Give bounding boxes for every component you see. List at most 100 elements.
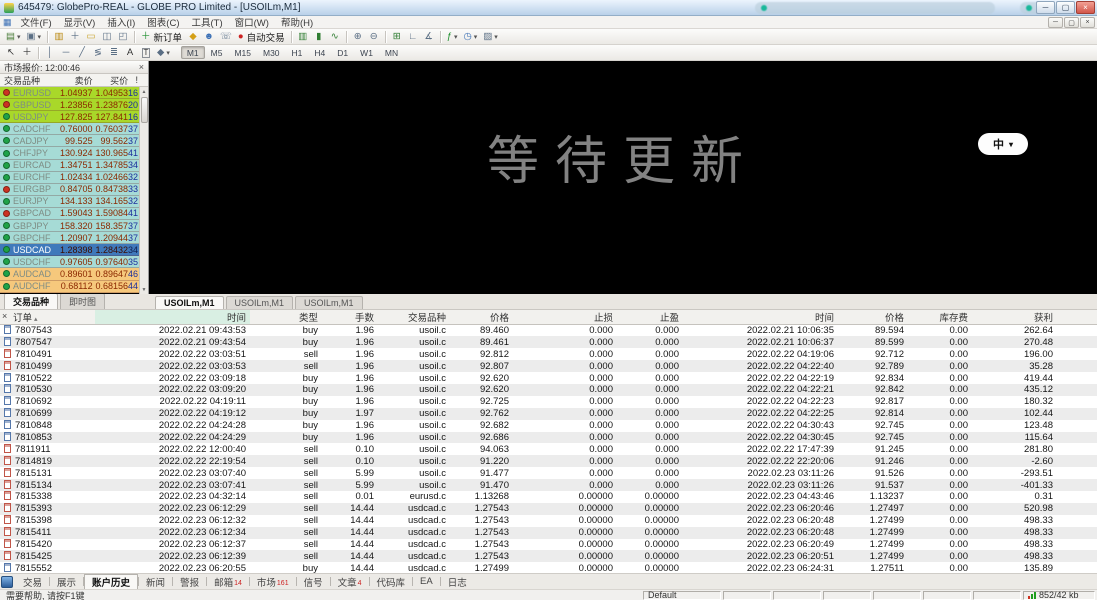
restore-button[interactable]: ▢ — [1056, 1, 1075, 14]
scroll-up-icon[interactable]: ▲ — [142, 87, 147, 96]
history-row[interactable]: 7815411 2022.02.23 06:12:34 sell 14.44 usdca… — [0, 526, 1097, 539]
timeframe-m15[interactable]: M15 — [228, 46, 257, 59]
market-watch-row-audcad[interactable]: AUDCAD 0.89601 0.89647 46 — [0, 268, 148, 281]
menu-item-3[interactable]: 图表(C) — [141, 18, 185, 29]
market-watch-row-eurjpy[interactable]: EURJPY 134.133 134.165 32 — [0, 195, 148, 208]
shapes-tool[interactable]: ◆ ▾ — [154, 46, 173, 60]
timeframe-mn[interactable]: MN — [379, 46, 404, 59]
history-column-9[interactable]: 价格 — [838, 310, 908, 325]
column-symbol[interactable]: 交易品种 — [4, 74, 53, 87]
history-row[interactable]: 7810499 2022.02.22 03:03:53 sell 1.96 usoil.… — [0, 360, 1097, 373]
market-watch-row-chfjpy[interactable]: CHFJPY 130.924 130.965 41 — [0, 147, 148, 160]
timeframe-h4[interactable]: H4 — [308, 46, 331, 59]
market-watch-row-cadchf[interactable]: CADCHF 0.76000 0.76037 37 — [0, 123, 148, 136]
text-tool[interactable]: A — [122, 46, 138, 60]
terminal-tab-0[interactable]: 交易 — [16, 574, 49, 589]
candlestick-button[interactable]: ▮ — [311, 30, 327, 44]
column-spread[interactable]: ! — [128, 75, 138, 85]
timeframe-m1[interactable]: M1 — [180, 46, 205, 59]
child-minimize-button[interactable]: ─ — [1048, 17, 1063, 28]
history-row[interactable]: 7814819 2022.02.22 22:19:54 sell 0.10 usoil.… — [0, 455, 1097, 468]
menu-item-0[interactable]: 文件(F) — [15, 18, 58, 29]
trendline-tool[interactable]: ╱ — [74, 46, 90, 60]
history-row[interactable]: 7810853 2022.02.22 04:24:29 buy 1.96 usoil.c… — [0, 431, 1097, 444]
scroll-down-icon[interactable]: ▼ — [142, 285, 147, 294]
fibonacci-tool[interactable]: ≶ — [90, 46, 106, 60]
periods-button[interactable]: ◷ ▾ — [461, 30, 481, 44]
terminal-tab-3[interactable]: 新闻 — [139, 574, 172, 589]
timeframe-w1[interactable]: W1 — [354, 46, 379, 59]
channels-tool[interactable]: ≣ — [106, 46, 122, 60]
minimize-button[interactable]: ─ — [1036, 1, 1055, 14]
history-row[interactable]: 7810522 2022.02.22 03:09:18 buy 1.96 usoil.c… — [0, 372, 1097, 384]
terminal-tab-11[interactable]: 日志 — [441, 574, 474, 589]
market-watch-row-gbpchf[interactable]: GBPCHF 1.20907 1.20944 37 — [0, 232, 148, 245]
history-row[interactable]: 7815420 2022.02.23 06:12:37 sell 14.44 usdca… — [0, 538, 1097, 551]
chart-tab-2[interactable]: USOILm,M1 — [295, 296, 363, 309]
history-column-10[interactable]: 库存费 — [908, 310, 972, 325]
market-watch-row-usdchf[interactable]: USDCHF 0.97605 0.97640 35 — [0, 256, 148, 269]
auto-trading-button[interactable]: ● 自动交易 — [235, 30, 288, 44]
terminal-tab-10[interactable]: EA — [413, 574, 440, 589]
menu-item-5[interactable]: 窗口(W) — [229, 18, 275, 29]
column-ask[interactable]: 买价 — [93, 74, 128, 87]
menu-item-6[interactable]: 帮助(H) — [275, 18, 319, 29]
timeframe-m30[interactable]: M30 — [257, 46, 286, 59]
scrollbar-thumb[interactable] — [140, 97, 148, 123]
history-row[interactable]: 7810530 2022.02.22 03:09:20 buy 1.96 usoil.c… — [0, 383, 1097, 396]
child-close-button[interactable]: × — [1080, 17, 1095, 28]
auto-scale-button[interactable]: ∟ — [405, 30, 421, 44]
history-column-1[interactable]: 时间 — [95, 310, 250, 325]
terminal-button[interactable]: ◫ — [99, 30, 115, 44]
market-watch-row-gbpcad[interactable]: GBPCAD 1.59043 1.59084 41 — [0, 207, 148, 221]
history-row[interactable]: 7815398 2022.02.23 06:12:32 sell 14.44 usdca… — [0, 515, 1097, 527]
zoom-out-button[interactable]: ⊖ — [366, 30, 382, 44]
market-watch-close-icon[interactable]: × — [139, 62, 144, 72]
crosshair-tool[interactable]: ＋ — [19, 46, 35, 60]
terminal-tab-2[interactable]: 账户历史 — [84, 574, 139, 589]
history-row[interactable]: 7810692 2022.02.22 04:19:11 buy 1.96 usoil.c… — [0, 396, 1097, 408]
terminal-tab-4[interactable]: 警报 — [173, 574, 206, 589]
history-column-7[interactable]: 止盈 — [617, 310, 683, 325]
chart-area[interactable]: 等待更新 中 ▾ — [149, 61, 1097, 294]
history-row[interactable]: 7807543 2022.02.21 09:43:53 buy 1.96 usoil.c… — [0, 325, 1097, 337]
market-watch-row-audchf[interactable]: AUDCHF 0.68112 0.68156 44 — [0, 280, 148, 293]
market-watch-tab-0[interactable]: 交易品种 — [4, 293, 59, 309]
timeframe-d1[interactable]: D1 — [331, 46, 354, 59]
market-watch-tab-1[interactable]: 即时图 — [60, 293, 106, 309]
indicators-button[interactable]: ƒ ▾ — [444, 30, 461, 44]
templates-button[interactable]: ▨ ▾ — [480, 30, 501, 44]
history-row[interactable]: 7810848 2022.02.22 04:24:28 buy 1.96 usoil.c… — [0, 420, 1097, 432]
child-restore-button[interactable]: ▢ — [1064, 17, 1079, 28]
market-watch-row-usdcad[interactable]: USDCAD 1.28398 1.28432 34 — [0, 244, 148, 257]
market-watch-row-usdjpy[interactable]: USDJPY 127.825 127.841 16 — [0, 111, 148, 124]
label-tool[interactable]: T — [138, 46, 154, 60]
fixed-scale-button[interactable]: ∡ — [421, 30, 437, 44]
menu-item-1[interactable]: 显示(V) — [58, 18, 102, 29]
language-pill-button[interactable]: 中 ▾ — [978, 133, 1028, 155]
status-profile[interactable]: Default — [643, 590, 721, 600]
history-column-4[interactable]: 交易品种 — [378, 310, 450, 325]
timeframe-h1[interactable]: H1 — [286, 46, 309, 59]
new-chart-button[interactable]: ▤ ▾ — [3, 30, 24, 44]
history-column-8[interactable]: 时间 — [683, 310, 838, 325]
history-column-5[interactable]: 价格 — [450, 310, 513, 325]
navigator-button[interactable]: ▭ — [83, 30, 99, 44]
zoom-in-button[interactable]: ⊕ — [350, 30, 366, 44]
history-row[interactable]: 7810699 2022.02.22 04:19:12 buy 1.97 usoil.c… — [0, 407, 1097, 420]
close-button[interactable]: × — [1076, 1, 1095, 14]
new-order-button[interactable]: ＋新订单 — [138, 30, 185, 44]
history-row[interactable]: 7807547 2022.02.21 09:43:54 buy 1.96 usoil.c… — [0, 336, 1097, 349]
cursor-tool[interactable]: ↖ — [3, 46, 19, 60]
market-watch-row-eurcad[interactable]: EURCAD 1.34751 1.34785 34 — [0, 159, 148, 172]
panel-close-icon[interactable]: × — [2, 311, 7, 321]
history-row[interactable]: 7815393 2022.02.23 06:12:29 sell 14.44 usdca… — [0, 502, 1097, 515]
timeframe-m5[interactable]: M5 — [205, 46, 229, 59]
data-window-button[interactable]: ＋ — [67, 30, 83, 44]
strategy-tester-button[interactable]: ◰ — [115, 30, 131, 44]
market-watch-row-cadjpy[interactable]: CADJPY 99.525 99.562 37 — [0, 135, 148, 148]
column-bid[interactable]: 卖价 — [53, 74, 93, 87]
market-watch-button[interactable]: ▥ — [51, 30, 67, 44]
bar-chart-button[interactable]: ▥ — [295, 30, 311, 44]
market-watch-row-gbpusd[interactable]: GBPUSD 1.23856 1.23876 20 — [0, 99, 148, 112]
